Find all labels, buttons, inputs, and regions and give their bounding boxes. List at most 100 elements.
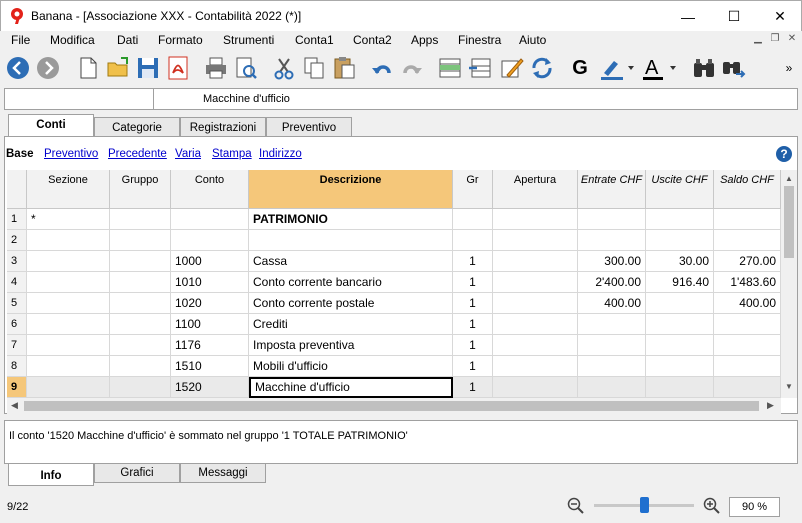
table-cell-apertura[interactable] (493, 356, 578, 377)
column-header[interactable]: Descrizione (249, 170, 453, 209)
edit-row-button[interactable] (498, 54, 526, 82)
table-cell-saldo[interactable]: 400.00 (714, 293, 781, 314)
table-cell-saldo[interactable]: 270.00 (714, 251, 781, 272)
column-header[interactable]: Apertura (493, 170, 578, 209)
table-cell-apertura[interactable] (493, 272, 578, 293)
table-cell-uscite[interactable] (646, 314, 714, 335)
row-number[interactable]: 9 (7, 377, 27, 398)
table-cell-descrizione[interactable]: Conto corrente postale (249, 293, 453, 314)
recheck-button[interactable] (528, 54, 556, 82)
row-number[interactable]: 8 (7, 356, 27, 377)
row-number[interactable]: 5 (7, 293, 27, 314)
table-cell-descrizione[interactable]: Crediti (249, 314, 453, 335)
table-cell-gruppo[interactable] (110, 377, 171, 398)
vertical-scrollbar[interactable]: ▲ ▼ (781, 170, 797, 398)
table-cell-apertura[interactable] (493, 230, 578, 251)
menu-formato[interactable]: Formato (158, 33, 203, 47)
pdf-button[interactable] (164, 54, 192, 82)
table-cell-descrizione[interactable]: Cassa (249, 251, 453, 272)
table-cell-gr[interactable]: 1 (453, 314, 493, 335)
table-cell-descrizione[interactable]: Imposta preventiva (249, 335, 453, 356)
vertical-scroll-thumb[interactable] (784, 186, 794, 258)
find-next-button[interactable] (720, 54, 748, 82)
table-cell-descrizione[interactable]: Mobili d'ufficio (249, 356, 453, 377)
row-number[interactable]: 2 (7, 230, 27, 251)
mdi-close-icon[interactable]: ✕ (784, 33, 800, 49)
search-button[interactable] (690, 54, 718, 82)
highlight-color-button[interactable] (598, 54, 638, 82)
delete-rows-button[interactable] (466, 54, 494, 82)
tab-registrazioni[interactable]: Registrazioni (180, 117, 266, 138)
column-header[interactable]: Conto (171, 170, 249, 209)
table-cell-uscite[interactable]: 30.00 (646, 251, 714, 272)
table-cell-conto[interactable]: 1020 (171, 293, 249, 314)
table-cell-saldo[interactable] (714, 335, 781, 356)
view-preventivo[interactable]: Preventivo (44, 148, 98, 160)
table-cell-saldo[interactable] (714, 356, 781, 377)
row-number[interactable]: 7 (7, 335, 27, 356)
table-cell-apertura[interactable] (493, 251, 578, 272)
table-cell-sezione[interactable] (27, 314, 110, 335)
table-cell-sezione[interactable] (27, 272, 110, 293)
horizontal-scroll-thumb[interactable] (24, 401, 759, 411)
tab-conti[interactable]: Conti (8, 114, 94, 138)
table-cell-gr[interactable] (453, 230, 493, 251)
table-cell-entrate[interactable] (578, 230, 646, 251)
print-button[interactable] (202, 54, 230, 82)
scroll-up-icon[interactable]: ▲ (785, 174, 793, 183)
table-cell-uscite[interactable]: 916.40 (646, 272, 714, 293)
table-cell-apertura[interactable] (493, 209, 578, 230)
view-stampa[interactable]: Stampa (212, 148, 252, 160)
table-cell-gr[interactable]: 1 (453, 251, 493, 272)
table-cell-entrate[interactable]: 400.00 (578, 293, 646, 314)
cell-address-field[interactable] (5, 89, 154, 109)
mdi-minimize-icon[interactable]: ▁ (750, 33, 766, 49)
paste-button[interactable] (330, 54, 358, 82)
forward-button[interactable] (34, 54, 62, 82)
menu-strumenti[interactable]: Strumenti (223, 33, 274, 47)
minimize-button[interactable]: — (665, 1, 711, 32)
zoom-out-icon[interactable] (567, 497, 585, 515)
row-number[interactable]: 3 (7, 251, 27, 272)
tab-preventivo[interactable]: Preventivo (266, 117, 352, 138)
table-cell-uscite[interactable] (646, 356, 714, 377)
column-header[interactable]: Sezione (27, 170, 110, 209)
menu-conta2[interactable]: Conta2 (353, 33, 392, 47)
table-cell-apertura[interactable] (493, 377, 578, 398)
cell-content-field[interactable]: Macchine d'ufficio (203, 93, 290, 105)
table-cell-saldo[interactable] (714, 377, 781, 398)
scroll-right-icon[interactable]: ▶ (767, 400, 774, 411)
help-icon[interactable]: ? (776, 146, 792, 162)
menu-finestra[interactable]: Finestra (458, 33, 501, 47)
table-cell-apertura[interactable] (493, 335, 578, 356)
table-cell-saldo[interactable] (714, 209, 781, 230)
column-header[interactable]: Saldo CHF (714, 170, 781, 209)
table-cell-descrizione[interactable]: Conto corrente bancario (249, 272, 453, 293)
table-cell-entrate[interactable]: 300.00 (578, 251, 646, 272)
view-base[interactable]: Base (6, 148, 34, 160)
table-cell-gruppo[interactable] (110, 209, 171, 230)
table-cell-uscite[interactable] (646, 377, 714, 398)
menu-dati[interactable]: Dati (117, 33, 138, 47)
table-cell-gruppo[interactable] (110, 314, 171, 335)
table-cell-entrate[interactable]: 2'400.00 (578, 272, 646, 293)
column-header[interactable]: Gruppo (110, 170, 171, 209)
table-cell-gruppo[interactable] (110, 293, 171, 314)
table-cell-conto[interactable]: 1520 (171, 377, 249, 398)
tab-categorie[interactable]: Categorie (94, 117, 180, 138)
table-cell-sezione[interactable] (27, 377, 110, 398)
menu-apps[interactable]: Apps (411, 33, 438, 47)
table-cell-entrate[interactable] (578, 356, 646, 377)
table-cell-gr[interactable]: 1 (453, 335, 493, 356)
zoom-slider[interactable] (594, 497, 694, 513)
bold-button[interactable]: G (566, 54, 594, 82)
column-header[interactable]: Gr (453, 170, 493, 209)
table-cell-conto[interactable] (171, 209, 249, 230)
table-cell-gr[interactable]: 1 (453, 293, 493, 314)
scroll-left-icon[interactable]: ◀ (11, 400, 18, 411)
table-cell-saldo[interactable] (714, 314, 781, 335)
view-indirizzo[interactable]: Indirizzo (259, 148, 302, 160)
table-cell-saldo[interactable]: 1'483.60 (714, 272, 781, 293)
view-precedente[interactable]: Precedente (108, 148, 167, 160)
cut-button[interactable] (270, 54, 298, 82)
